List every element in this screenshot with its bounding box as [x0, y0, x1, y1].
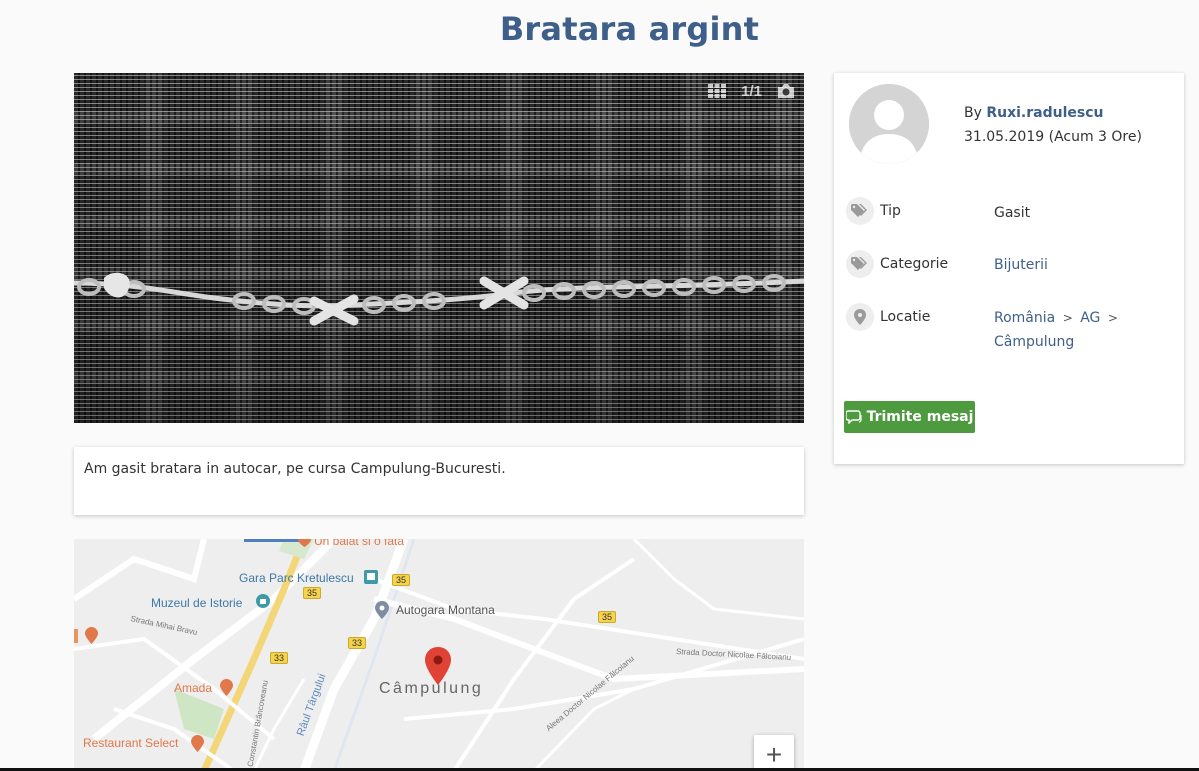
grid-icon[interactable] [707, 81, 727, 101]
train-station-icon [364, 570, 378, 584]
categorie-link[interactable]: Bijuterii [994, 257, 1048, 273]
location-region-link[interactable]: AG [1080, 310, 1100, 326]
tag-icon [846, 250, 874, 278]
bus-station-pin-icon [375, 601, 389, 619]
location-city-link[interactable]: Câmpulung [994, 334, 1074, 350]
map-label-restaurant: Restaurant Select [83, 736, 179, 750]
locatie-label: Locatie [880, 309, 931, 325]
locatie-value: România > AG > Câmpulung [994, 306, 1164, 354]
categorie-value[interactable]: Bijuterii [994, 253, 1048, 277]
description-card: Am gasit bratara in autocar, pe cursa Ca… [74, 447, 804, 515]
tip-value: Gasit [994, 205, 1031, 221]
photo-gallery[interactable]: 1/1 [74, 73, 804, 423]
author-info: By Ruxi.radulescu 31.05.2019 (Acum 3 Ore… [964, 101, 1142, 149]
restaurant-pin-icon [298, 539, 311, 547]
location-pin-icon [846, 303, 874, 331]
camera-icon[interactable] [776, 81, 796, 101]
user-placeholder-icon [849, 84, 929, 164]
listing-sidebar: By Ruxi.radulescu 31.05.2019 (Acum 3 Ore… [834, 73, 1184, 464]
send-message-label: Trimite mesaj [866, 409, 974, 425]
map-label-autogara: Autogara Montana [396, 603, 495, 617]
road-badge-35: 35 [392, 574, 411, 586]
send-message-button[interactable]: Trimite mesaj [844, 401, 975, 433]
map-label-muzeul: Muzeul de Istorie [151, 596, 243, 610]
museum-icon [256, 594, 270, 608]
restaurant-pin-icon [85, 627, 98, 644]
location-map[interactable]: Un baiat si o fata Gara Parc Kretulescu … [74, 539, 804, 771]
map-pin-icon[interactable] [425, 647, 451, 685]
breadcrumb-separator: > [1062, 311, 1073, 325]
avatar[interactable] [849, 84, 929, 164]
breadcrumb-separator: > [1107, 311, 1118, 325]
categorie-label: Categorie [880, 256, 949, 272]
post-date: 31.05.2019 (Acum 3 Ore) [964, 129, 1142, 145]
location-country-link[interactable]: România [994, 310, 1055, 326]
road-badge-33: 33 [270, 652, 289, 664]
restaurant-pin-icon [191, 735, 204, 752]
author-name-link[interactable]: Ruxi.radulescu [986, 105, 1103, 121]
bracelet-photo [74, 272, 804, 326]
map-label-gara: Gara Parc Kretulescu [239, 571, 354, 585]
road-badge-33: 33 [348, 637, 367, 649]
gallery-counter: 1/1 [741, 82, 762, 100]
page-title: Bratara argint [499, 10, 760, 48]
chat-icon [845, 410, 862, 424]
map-label-un-baiat: Un baiat si o fata [314, 539, 405, 548]
description-text: Am gasit bratara in autocar, pe cursa Ca… [84, 461, 506, 477]
road-badge-35: 35 [598, 611, 617, 623]
tip-label: Tip [880, 203, 901, 219]
map-zoom-in-button[interactable]: + [754, 735, 794, 771]
tag-icon [846, 197, 874, 225]
map-label-amada: Amada [174, 681, 213, 695]
author-by-prefix: By [964, 105, 982, 121]
road-badge-35: 35 [303, 587, 322, 599]
restaurant-pin-icon [220, 679, 233, 696]
